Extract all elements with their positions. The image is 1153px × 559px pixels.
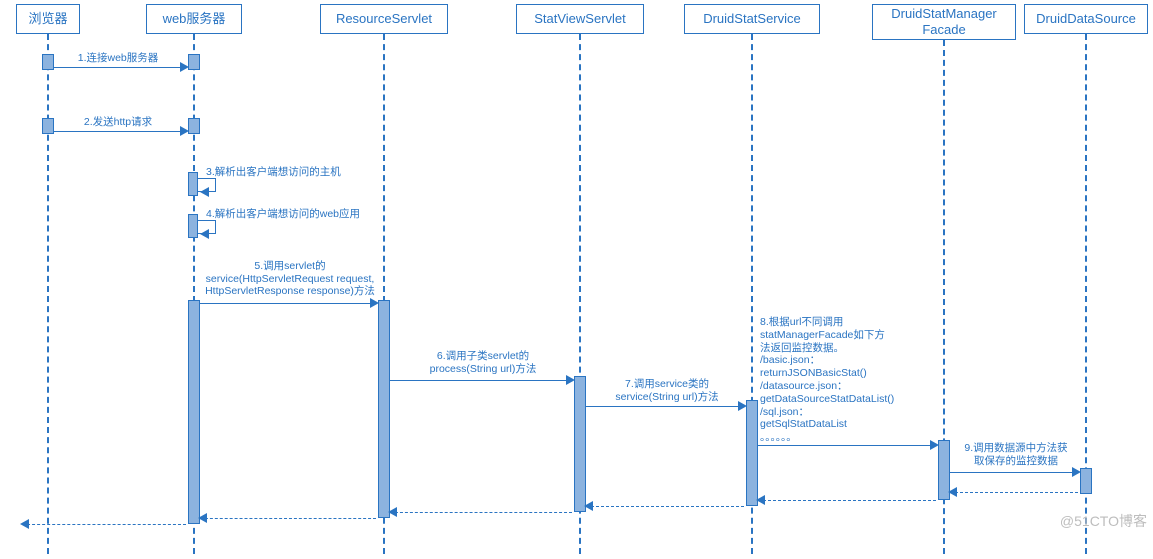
watermark: @51CTO博客: [1060, 511, 1147, 531]
message-label: 6.调用子类servlet的 process(String url)方法: [394, 350, 572, 375]
msg-line: 5.调用servlet的: [254, 260, 325, 272]
participant-druiddatasource: DruidDataSource: [1024, 4, 1148, 34]
message-label: 7.调用service类的 service(String url)方法: [590, 378, 744, 403]
message-label: 1.连接web服务器: [58, 52, 178, 65]
activation-bar: [378, 300, 390, 518]
msg-line: 取保存的监控数据: [974, 455, 1058, 467]
msg-line: 8.根据url不同调用: [760, 316, 843, 328]
activation-bar: [1080, 468, 1092, 494]
return-arrow: [758, 500, 936, 501]
arrowhead-icon: [180, 62, 189, 72]
return-arrow: [390, 512, 572, 513]
participant-label: StatViewServlet: [534, 11, 626, 27]
msg-line: /basic.json：: [760, 354, 820, 366]
arrowhead-icon: [20, 519, 29, 529]
participant-label: DruidStatManager Facade: [891, 6, 997, 39]
participant-druidstatservice: DruidStatService: [684, 4, 820, 34]
arrowhead-icon: [948, 487, 957, 497]
arrowhead-icon: [1072, 467, 1081, 477]
message-arrow: [200, 303, 376, 304]
arrowhead-icon: [388, 507, 397, 517]
msg-line: getSqlStatDataList: [760, 418, 847, 430]
arrowhead-icon: [370, 298, 379, 308]
message-arrow: [758, 445, 936, 446]
msg-line: 7.调用service类的: [625, 378, 709, 390]
activation-bar: [746, 400, 758, 506]
message-label: 3.解析出客户端想访问的主机: [206, 166, 376, 179]
message-arrow: [390, 380, 572, 381]
activation-bar: [188, 54, 200, 70]
activation-bar: [42, 118, 54, 134]
message-label: 2.发送http请求: [58, 116, 178, 129]
msg-line: returnJSONBasicStat(): [760, 367, 867, 379]
return-arrow: [950, 492, 1078, 493]
arrowhead-icon: [180, 126, 189, 136]
participant-druidstatmanagerfacade: DruidStatManager Facade: [872, 4, 1016, 40]
msg-line: 6.调用子类servlet的: [437, 350, 529, 362]
msg-line: 。。。。。。: [760, 431, 797, 443]
arrowhead-icon: [584, 501, 593, 511]
participant-label: web服务器: [163, 11, 226, 27]
msg-line: /sql.json：: [760, 406, 809, 418]
activation-bar: [574, 376, 586, 512]
arrowhead-icon: [200, 229, 209, 239]
participant-label: DruidDataSource: [1036, 11, 1136, 27]
message-label: 4.解析出客户端想访问的web应用: [206, 208, 396, 221]
activation-bar: [188, 118, 200, 134]
participant-browser: 浏览器: [16, 4, 80, 34]
msg-line: process(String url)方法: [430, 363, 537, 375]
message-arrow: [54, 131, 186, 132]
msg-line: service(HttpServletRequest request,: [206, 273, 375, 285]
participant-statview-servlet: StatViewServlet: [516, 4, 644, 34]
arrowhead-icon: [930, 440, 939, 450]
message-label: 9.调用数据源中方法获 取保存的监控数据: [952, 442, 1080, 467]
lifeline: [47, 34, 49, 554]
return-arrow: [22, 524, 186, 525]
message-label: 5.调用servlet的 service(HttpServletRequest …: [204, 260, 376, 298]
arrowhead-icon: [566, 375, 575, 385]
arrowhead-icon: [198, 513, 207, 523]
participant-web-server: web服务器: [146, 4, 242, 34]
arrowhead-icon: [738, 401, 747, 411]
msg-line: 法返回监控数据。: [760, 342, 844, 354]
activation-bar: [42, 54, 54, 70]
arrowhead-icon: [200, 187, 209, 197]
participant-label: 浏览器: [28, 11, 67, 27]
msg-line: statManagerFacade如下方: [760, 329, 885, 341]
msg-line: HttpServletResponse response)方法: [205, 285, 375, 297]
participant-label: ResourceServlet: [336, 11, 432, 27]
return-arrow: [200, 518, 376, 519]
message-label: 8.根据url不同调用 statManagerFacade如下方 法返回监控数据…: [760, 316, 935, 444]
activation-bar: [188, 172, 198, 196]
msg-line: getDataSourceStatDataList(): [760, 393, 894, 405]
message-arrow: [950, 472, 1078, 473]
msg-line: service(String url)方法: [615, 391, 718, 403]
activation-bar: [188, 214, 198, 238]
return-arrow: [586, 506, 744, 507]
msg-line: /datasource.json：: [760, 380, 848, 392]
participant-resource-servlet: ResourceServlet: [320, 4, 448, 34]
arrowhead-icon: [756, 495, 765, 505]
participant-label: DruidStatService: [703, 11, 801, 27]
message-arrow: [586, 406, 744, 407]
message-arrow: [54, 67, 186, 68]
msg-line: 9.调用数据源中方法获: [964, 442, 1067, 454]
activation-bar: [188, 300, 200, 524]
